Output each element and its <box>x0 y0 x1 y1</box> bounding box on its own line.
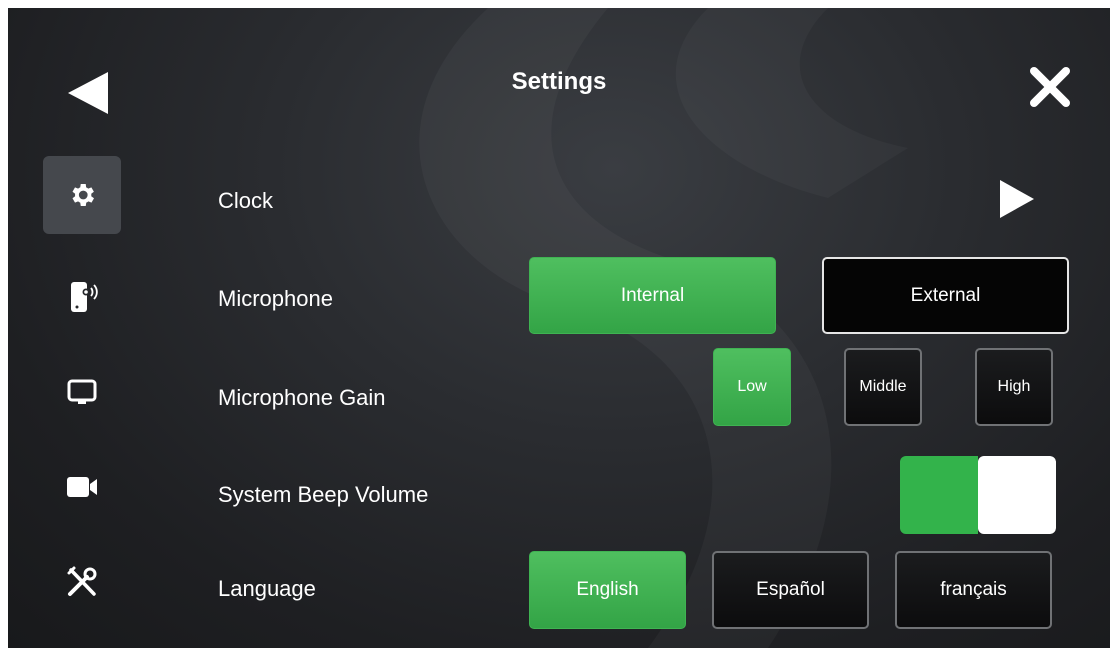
play-chevron-icon <box>1000 180 1034 218</box>
gain-high-button[interactable]: High <box>975 348 1053 426</box>
clock-open-button[interactable] <box>996 178 1038 220</box>
language-label: Language <box>218 576 316 601</box>
clock-label: Clock <box>218 188 274 213</box>
close-button[interactable] <box>1026 63 1074 111</box>
settings-screen: Settings Clock Microphone Internal Exter… <box>8 8 1110 648</box>
camera-icon <box>67 477 97 497</box>
tools-icon <box>67 566 97 596</box>
sidebar-item-general[interactable] <box>43 156 121 234</box>
beep-volume-fill <box>900 456 978 534</box>
sidebar-item-tools[interactable] <box>43 543 121 621</box>
gain-low-button[interactable]: Low <box>713 348 791 426</box>
microphone-label: Microphone <box>218 286 333 311</box>
microphone-external-button[interactable]: External <box>822 257 1069 334</box>
system-beep-volume-label: System Beep Volume <box>218 482 429 507</box>
gain-middle-button[interactable]: Middle <box>844 348 922 426</box>
beep-volume-slider[interactable] <box>900 456 1056 534</box>
sidebar-item-audio[interactable] <box>43 258 121 336</box>
language-english-button[interactable]: English <box>529 551 686 629</box>
sidebar-item-camera[interactable] <box>43 448 121 526</box>
gear-icon <box>72 184 94 206</box>
phone-speaker-icon <box>71 282 98 312</box>
close-x-icon <box>1030 67 1070 107</box>
language-francais-button[interactable]: français <box>895 551 1052 629</box>
monitor-icon <box>67 379 97 404</box>
microphone-gain-label: Microphone Gain <box>218 385 386 410</box>
language-espanol-button[interactable]: Español <box>712 551 869 629</box>
microphone-internal-button[interactable]: Internal <box>529 257 776 334</box>
page-title: Settings <box>511 68 607 95</box>
sidebar-item-display[interactable] <box>43 353 121 431</box>
beep-volume-knob[interactable] <box>978 456 1056 534</box>
